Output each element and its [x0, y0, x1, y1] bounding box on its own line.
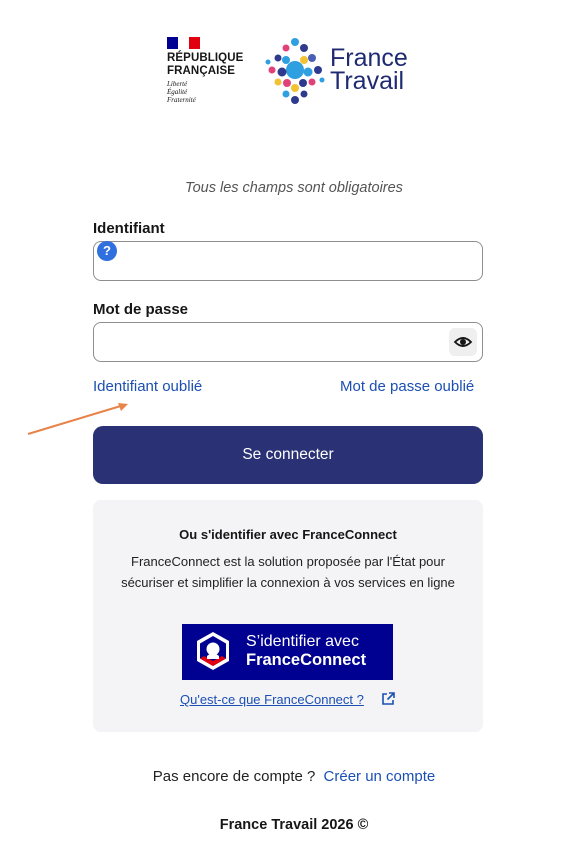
motto-liberte: Liberté: [167, 80, 188, 88]
signup-prompt: Pas encore de compte ?: [152, 768, 316, 785]
footer-copyright: France Travail 2026 ©: [219, 817, 369, 833]
external-link-icon[interactable]: [380, 691, 396, 707]
france-travail-logo-icon: [265, 38, 325, 104]
password-input[interactable]: [93, 322, 483, 362]
france-travail-wordmark: France Travail: [330, 46, 408, 95]
motto-fraternite: Fraternité: [167, 96, 196, 104]
franceconnect-button-line1[interactable]: S’identifier avec: [246, 632, 359, 651]
create-account-link[interactable]: Créer un compte: [324, 768, 436, 785]
identifier-input[interactable]: [93, 241, 483, 281]
toggle-password-visibility-button[interactable]: [449, 328, 477, 356]
brand-line-2: Travail: [330, 67, 405, 95]
franceconnect-description: FranceConnect est la solution proposée p…: [121, 554, 455, 590]
forgot-password-link[interactable]: Mot de passe oublié: [340, 378, 474, 395]
national-motto: Liberté Égalité Fraternité: [167, 80, 247, 104]
republique-francaise-logo: RÉPUBLIQUE FRANÇAISE Liberté Égalité Fra…: [167, 37, 247, 104]
franceconnect-info-link[interactable]: Qu'est-ce que FranceConnect ?: [180, 692, 364, 707]
forgot-identifier-link[interactable]: Identifiant oublié: [93, 378, 202, 395]
password-label: Mot de passe: [93, 301, 189, 318]
signup-row: Pas encore de compte ? Créer un compte: [0, 768, 588, 785]
republique-francaise-text: RÉPUBLIQUE FRANÇAISE: [167, 52, 247, 78]
eye-icon: [453, 337, 473, 347]
republique-line: RÉPUBLIQUE: [167, 52, 244, 64]
mandatory-fields-notice: Tous les champs sont obligatoires: [185, 180, 403, 196]
identifier-label: Identifiant: [93, 220, 165, 237]
login-button[interactable]: Se connecter: [93, 426, 483, 484]
franceconnect-logo-icon: [197, 632, 229, 670]
francaise-line: FRANÇAISE: [167, 65, 235, 77]
franceconnect-title: Ou s'identifier avec FranceConnect: [179, 527, 397, 542]
franceconnect-button-line2[interactable]: FranceConnect: [246, 651, 366, 670]
french-flag-icon: [167, 37, 200, 49]
motto-egalite: Égalité: [167, 88, 188, 96]
help-icon[interactable]: ?: [97, 241, 117, 261]
